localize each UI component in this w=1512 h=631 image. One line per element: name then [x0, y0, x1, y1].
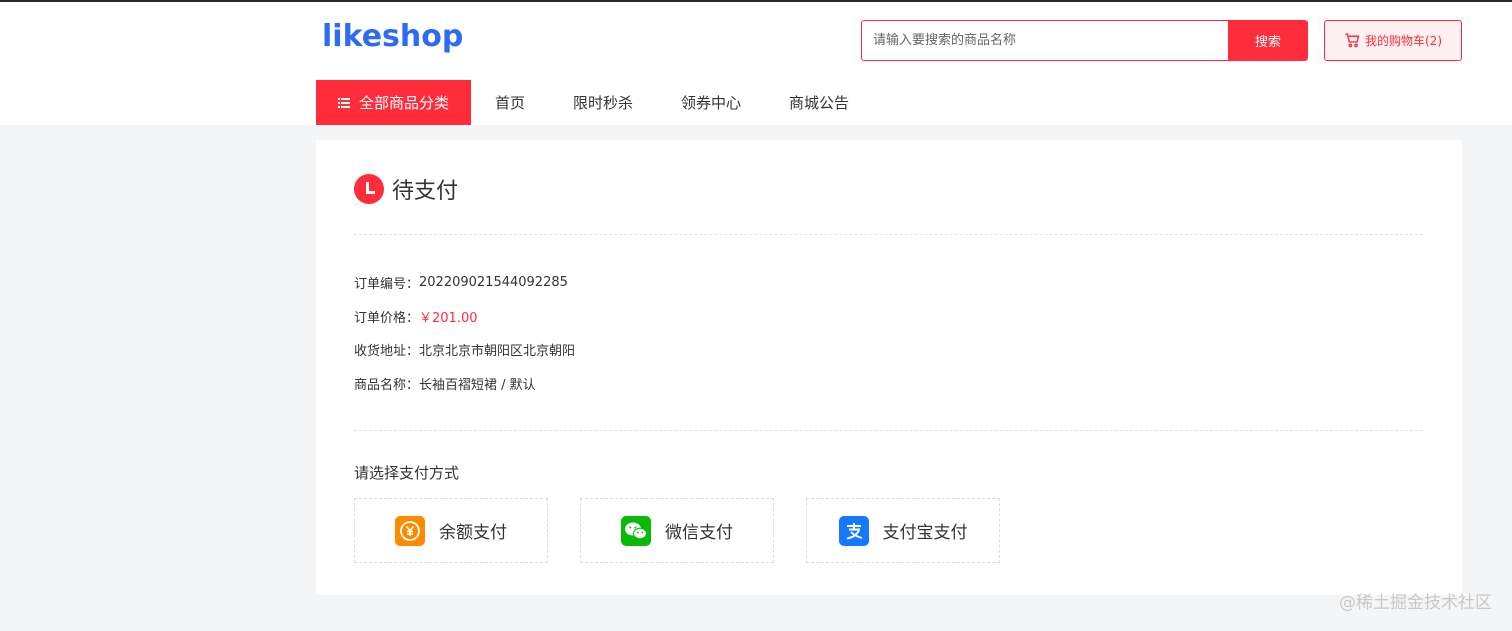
order-price-label: 订单价格： [354, 310, 420, 326]
nav-item-flash-sale[interactable]: 限时秒杀 [573, 92, 633, 113]
cart-label: 我的购物车(2) [1365, 34, 1442, 48]
logo[interactable]: likeshop [322, 19, 463, 54]
wechat-icon [621, 515, 651, 546]
shipping-address-label: 收货地址： [354, 344, 420, 360]
cart-icon [1345, 33, 1360, 48]
search-input[interactable] [862, 21, 1229, 60]
search-button[interactable]: 搜索 [1228, 21, 1307, 60]
balance-icon [395, 515, 425, 546]
all-categories-button[interactable]: 全部商品分类 [316, 80, 471, 125]
product-name-row: 商品名称： 长袖百褶短裙 / 默认 [354, 367, 575, 401]
order-info: 订单编号： 202209021544092285 订单价格： ￥201.00 收… [354, 266, 575, 400]
balance-pay-label: 余额支付 [439, 523, 507, 543]
alipay-icon [838, 515, 869, 546]
alipay-option[interactable]: 支付宝支付 [806, 498, 1000, 563]
status-title: 待支付 [392, 179, 459, 204]
order-number-value: 202209021544092285 [419, 275, 568, 291]
alipay-label: 支付宝支付 [882, 523, 968, 543]
order-number-row: 订单编号： 202209021544092285 [354, 266, 575, 300]
payment-method-title: 请选择支付方式 [354, 464, 460, 482]
balance-pay-option[interactable]: 余额支付 [354, 498, 548, 563]
product-name-label: 商品名称： [354, 377, 420, 393]
nav-item-home[interactable]: 首页 [495, 92, 525, 113]
wechat-pay-label: 微信支付 [665, 523, 733, 543]
order-payment-card: 待支付 订单编号： 202209021544092285 订单价格： ￥201.… [316, 140, 1462, 595]
all-categories-label: 全部商品分类 [358, 94, 449, 112]
order-price-value: ￥201.00 [419, 310, 478, 326]
nav-item-coupon-center[interactable]: 领券中心 [681, 92, 741, 113]
order-price-row: 订单价格： ￥201.00 [354, 300, 575, 334]
main-nav: 全部商品分类 首页 限时秒杀 领券中心 商城公告 [316, 80, 873, 125]
order-status: 待支付 [354, 173, 458, 205]
order-number-label: 订单编号： [354, 277, 420, 293]
wechat-pay-option[interactable]: 微信支付 [580, 498, 774, 563]
divider [354, 234, 1423, 235]
shipping-address-value: 北京北京市朝阳区北京朝阳 [419, 344, 576, 360]
clock-icon [354, 174, 384, 204]
shipping-address-row: 收货地址： 北京北京市朝阳区北京朝阳 [354, 333, 575, 367]
divider [354, 430, 1423, 431]
payment-method-list: 余额支付 微信支付 支付宝支付 [354, 498, 1000, 563]
nav-item-announcements[interactable]: 商城公告 [789, 92, 849, 113]
product-name-value: 长袖百褶短裙 / 默认 [419, 377, 536, 393]
site-header: likeshop 搜索 我的购物车(2) 全部商品分类 首页 限时秒杀 领券中心… [0, 2, 1512, 125]
cart-button[interactable]: 我的购物车(2) [1324, 20, 1462, 61]
watermark: @稀土掘金技术社区 [1339, 593, 1492, 613]
search-bar: 搜索 [861, 20, 1308, 61]
menu-icon [337, 97, 350, 108]
